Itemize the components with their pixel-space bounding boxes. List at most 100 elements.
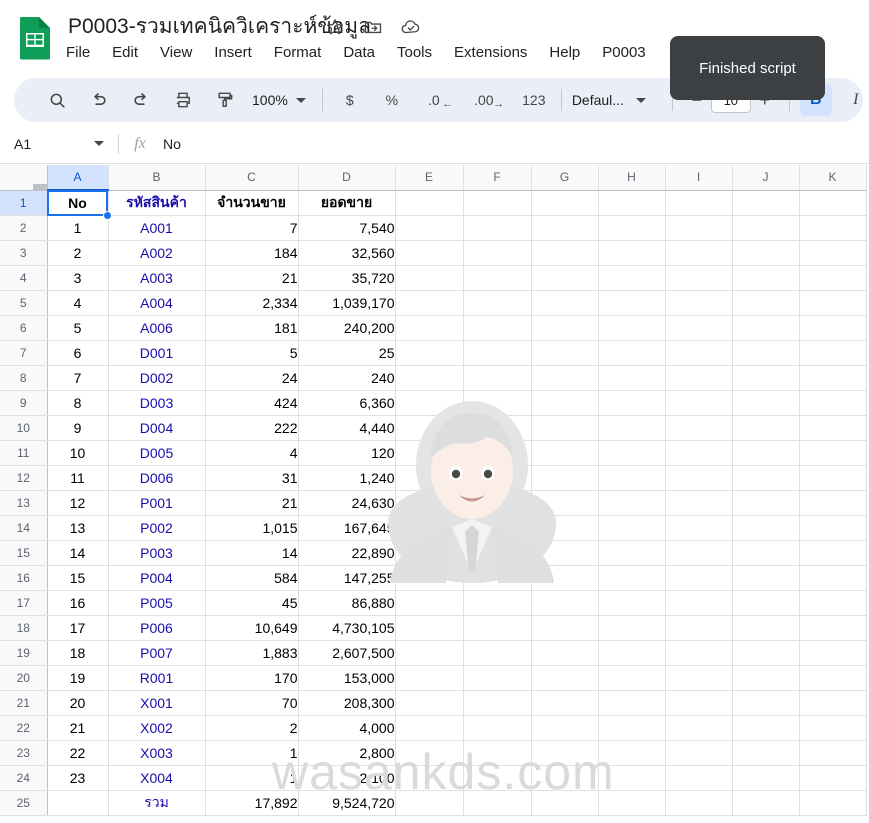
row-header-14[interactable]: 14 [0, 515, 48, 541]
cell-F2[interactable] [463, 215, 532, 241]
cell-J24[interactable] [732, 765, 800, 791]
row-header-10[interactable]: 10 [0, 415, 48, 441]
menu-item-edit[interactable]: Edit [112, 42, 138, 64]
cell-J2[interactable] [732, 215, 800, 241]
cell-E11[interactable] [395, 440, 464, 466]
row-header-13[interactable]: 13 [0, 490, 48, 516]
cell-E23[interactable] [395, 740, 464, 766]
cell-E20[interactable] [395, 665, 464, 691]
cell-B5[interactable]: A004 [108, 290, 206, 316]
cell-B17[interactable]: P005 [108, 590, 206, 616]
cell-G22[interactable] [531, 715, 599, 741]
cell-G8[interactable] [531, 365, 599, 391]
cell-A15[interactable]: 14 [47, 540, 109, 566]
row-header-21[interactable]: 21 [0, 690, 48, 716]
cell-B21[interactable]: X001 [108, 690, 206, 716]
cell-E9[interactable] [395, 390, 464, 416]
cell-J7[interactable] [732, 340, 800, 366]
italic-button[interactable]: I [840, 84, 869, 116]
cell-D22[interactable]: 4,000 [298, 715, 396, 741]
cell-F13[interactable] [463, 490, 532, 516]
chevron-down-icon[interactable] [94, 141, 104, 146]
cell-G7[interactable] [531, 340, 599, 366]
cell-G2[interactable] [531, 215, 599, 241]
decrease-decimal-button[interactable]: .0 ← [417, 84, 453, 116]
cell-D9[interactable]: 6,360 [298, 390, 396, 416]
cell-D19[interactable]: 2,607,500 [298, 640, 396, 666]
cell-F1[interactable] [463, 190, 532, 216]
cell-K22[interactable] [799, 715, 867, 741]
cell-H4[interactable] [598, 265, 666, 291]
cell-B13[interactable]: P001 [108, 490, 206, 516]
cell-K23[interactable] [799, 740, 867, 766]
menu-item-p0003[interactable]: P0003 [602, 42, 645, 64]
row-header-4[interactable]: 4 [0, 265, 48, 291]
cell-C14[interactable]: 1,015 [205, 515, 299, 541]
cell-A10[interactable]: 9 [47, 415, 109, 441]
column-header-f[interactable]: F [463, 165, 532, 191]
cell-H3[interactable] [598, 240, 666, 266]
cell-E10[interactable] [395, 415, 464, 441]
menu-item-view[interactable]: View [160, 42, 192, 64]
cell-A12[interactable]: 11 [47, 465, 109, 491]
cell-J4[interactable] [732, 265, 800, 291]
row-header-18[interactable]: 18 [0, 615, 48, 641]
cell-G9[interactable] [531, 390, 599, 416]
cell-B15[interactable]: P003 [108, 540, 206, 566]
cell-F25[interactable] [463, 790, 532, 816]
redo-icon[interactable] [124, 83, 158, 117]
cell-F14[interactable] [463, 515, 532, 541]
more-formats-button[interactable]: 123 [517, 84, 551, 116]
cell-B25[interactable]: รวม [108, 790, 206, 816]
cell-F11[interactable] [463, 440, 532, 466]
cell-I15[interactable] [665, 540, 733, 566]
cell-G25[interactable] [531, 790, 599, 816]
name-box[interactable]: A1 [0, 124, 118, 163]
cell-H12[interactable] [598, 465, 666, 491]
row-header-11[interactable]: 11 [0, 440, 48, 466]
cell-B18[interactable]: P006 [108, 615, 206, 641]
cell-D16[interactable]: 147,255 [298, 565, 396, 591]
cell-A24[interactable]: 23 [47, 765, 109, 791]
cell-B7[interactable]: D001 [108, 340, 206, 366]
cell-H13[interactable] [598, 490, 666, 516]
cell-H14[interactable] [598, 515, 666, 541]
cell-E17[interactable] [395, 590, 464, 616]
sheets-icon[interactable] [18, 16, 52, 60]
cell-D17[interactable]: 86,880 [298, 590, 396, 616]
cell-D3[interactable]: 32,560 [298, 240, 396, 266]
cell-G5[interactable] [531, 290, 599, 316]
cell-B8[interactable]: D002 [108, 365, 206, 391]
cell-I19[interactable] [665, 640, 733, 666]
cell-C9[interactable]: 424 [205, 390, 299, 416]
cell-E21[interactable] [395, 690, 464, 716]
cell-D15[interactable]: 22,890 [298, 540, 396, 566]
cell-C8[interactable]: 24 [205, 365, 299, 391]
cell-B14[interactable]: P002 [108, 515, 206, 541]
paint-format-icon[interactable] [208, 83, 242, 117]
cell-J19[interactable] [732, 640, 800, 666]
cell-C4[interactable]: 21 [205, 265, 299, 291]
cell-C17[interactable]: 45 [205, 590, 299, 616]
cell-H15[interactable] [598, 540, 666, 566]
cell-C15[interactable]: 14 [205, 540, 299, 566]
cell-G13[interactable] [531, 490, 599, 516]
percent-format-button[interactable]: % [375, 84, 409, 116]
cell-E5[interactable] [395, 290, 464, 316]
cell-E18[interactable] [395, 615, 464, 641]
cell-E15[interactable] [395, 540, 464, 566]
cell-F8[interactable] [463, 365, 532, 391]
currency-format-button[interactable]: $ [333, 84, 367, 116]
row-header-24[interactable]: 24 [0, 765, 48, 791]
cell-B22[interactable]: X002 [108, 715, 206, 741]
cell-H1[interactable] [598, 190, 666, 216]
cell-J22[interactable] [732, 715, 800, 741]
cell-G3[interactable] [531, 240, 599, 266]
cell-G11[interactable] [531, 440, 599, 466]
cell-H6[interactable] [598, 315, 666, 341]
cell-K12[interactable] [799, 465, 867, 491]
cell-C20[interactable]: 170 [205, 665, 299, 691]
cell-H16[interactable] [598, 565, 666, 591]
cell-E25[interactable] [395, 790, 464, 816]
cell-H11[interactable] [598, 440, 666, 466]
